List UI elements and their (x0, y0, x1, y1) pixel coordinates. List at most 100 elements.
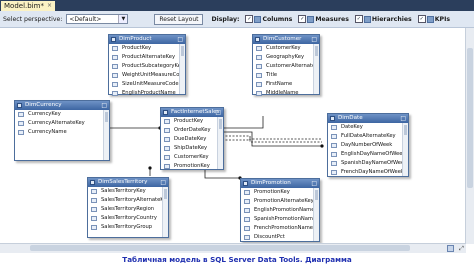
table-dim-product[interactable]: DimProduct □ ProductKey ProductAlternateK… (108, 34, 186, 98)
display-columns-option[interactable]: ✓ Columns (245, 15, 292, 23)
table-scrollbar[interactable] (179, 44, 185, 94)
option-label: Measures (315, 15, 349, 23)
scroll-thumb[interactable] (315, 190, 318, 200)
table-scrollbar[interactable] (103, 110, 109, 160)
maximize-icon[interactable]: □ (215, 108, 221, 117)
table-dim-promotion[interactable]: DimPromotion □ PromotionKey PromotionAlte… (240, 178, 320, 242)
table-header[interactable]: DimCurrency □ (15, 101, 109, 110)
relationship-line[interactable] (222, 138, 322, 141)
column-item[interactable]: ProductKey (109, 44, 185, 53)
scroll-thumb[interactable] (404, 125, 407, 135)
relationship-line[interactable] (222, 116, 264, 129)
close-icon[interactable]: × (47, 1, 52, 11)
display-kpis-option[interactable]: ✓ KPIs (417, 15, 451, 23)
table-header[interactable]: DimProduct □ (109, 35, 185, 44)
checkbox-icon[interactable]: ✓ (245, 15, 254, 23)
checkbox-icon[interactable]: ✓ (417, 15, 426, 23)
reset-layout-button[interactable]: Reset Layout (154, 13, 204, 25)
column-item[interactable]: DateKey (328, 123, 408, 132)
column-item[interactable]: CustomerKey (161, 153, 223, 162)
checkbox-icon[interactable]: ✓ (298, 15, 307, 23)
scroll-thumb[interactable] (164, 189, 167, 199)
scroll-thumb[interactable] (105, 112, 108, 122)
maximize-icon[interactable]: □ (160, 178, 166, 187)
table-header[interactable]: FactInternetSales □ (161, 108, 223, 117)
column-item[interactable]: CustomerAlternateKey (253, 62, 319, 71)
column-item[interactable]: CurrencyKey (15, 110, 109, 119)
option-label: Hierarchies (371, 15, 412, 23)
column-item[interactable]: FrenchDayNameOfWeek (328, 168, 408, 177)
column-item[interactable]: SalesTerritoryCountry (88, 214, 168, 223)
column-item[interactable]: SalesTerritoryAlternateKey (88, 196, 168, 205)
option-label: KPIs (434, 15, 451, 23)
display-measures-option[interactable]: ✓ Measures (298, 15, 349, 23)
table-title: DimPromotion (251, 180, 291, 186)
scroll-thumb[interactable] (467, 48, 473, 188)
column-item[interactable]: EnglishDayNameOfWeek (328, 150, 408, 159)
column-item[interactable]: ProductKey (161, 117, 223, 126)
perspective-select[interactable]: <Default> ▼ (66, 14, 129, 24)
table-scrollbar[interactable] (162, 187, 168, 237)
scroll-thumb[interactable] (181, 46, 184, 56)
table-fact-internet-sales[interactable]: FactInternetSales □ ProductKey OrderDateK… (160, 107, 224, 170)
column-item[interactable]: WeightUnitMeasureCode (109, 71, 185, 80)
column-item[interactable]: EnglishProductName (109, 89, 185, 98)
tab-model-bim[interactable]: Model.bim* × (1, 1, 55, 11)
column-item[interactable]: MiddleName (253, 89, 319, 98)
table-header[interactable]: DimPromotion □ (241, 179, 319, 188)
table-header[interactable]: DimSalesTerritory □ (88, 178, 168, 187)
column-item[interactable]: FirstName (253, 80, 319, 89)
zoom-icon[interactable] (447, 245, 454, 252)
maximize-icon[interactable]: □ (311, 179, 317, 188)
column-item[interactable]: SizeUnitMeasureCode (109, 80, 185, 89)
table-header[interactable]: DimDate □ (328, 114, 408, 123)
perspective-value: <Default> (69, 16, 102, 23)
column-item[interactable]: SpanishPromotionName (241, 215, 319, 224)
table-title: DimCustomer (263, 36, 302, 42)
table-scrollbar[interactable] (313, 44, 319, 94)
option-label: Columns (262, 15, 293, 23)
checkbox-icon[interactable]: ✓ (354, 15, 363, 23)
column-item[interactable]: SalesTerritoryGroup (88, 223, 168, 232)
display-hierarchies-option[interactable]: ✓ Hierarchies (354, 15, 412, 23)
column-item[interactable]: SalesTerritoryKey (88, 187, 168, 196)
maximize-icon[interactable]: □ (311, 35, 317, 44)
column-item[interactable]: DueDateKey (161, 135, 223, 144)
maximize-icon[interactable]: □ (177, 35, 183, 44)
table-scrollbar[interactable] (217, 117, 223, 169)
scroll-thumb[interactable] (30, 245, 410, 251)
fit-to-window-icon[interactable]: ⤢ (458, 245, 465, 252)
column-item[interactable]: DayNumberOfWeek (328, 141, 408, 150)
scroll-thumb[interactable] (315, 46, 318, 56)
table-dim-currency[interactable]: DimCurrency □ CurrencyKey CurrencyAlterna… (14, 100, 110, 161)
column-item[interactable]: EnglishPromotionName (241, 206, 319, 215)
column-item[interactable]: PromotionAlternateKey (241, 197, 319, 206)
column-item[interactable]: DiscountPct (241, 233, 319, 242)
column-item[interactable]: GeographyKey (253, 53, 319, 62)
maximize-icon[interactable]: □ (101, 101, 107, 110)
maximize-icon[interactable]: □ (400, 114, 406, 123)
table-scrollbar[interactable] (313, 188, 319, 241)
column-item[interactable]: CurrencyName (15, 128, 109, 137)
column-item[interactable]: FullDateAlternateKey (328, 132, 408, 141)
column-item[interactable]: FrenchPromotionName (241, 224, 319, 233)
column-item[interactable]: SalesTerritoryRegion (88, 205, 168, 214)
column-item[interactable]: OrderDateKey (161, 126, 223, 135)
column-item[interactable]: ShipDateKey (161, 144, 223, 153)
column-item[interactable]: SpanishDayNameOfWeek (328, 159, 408, 168)
table-header[interactable]: DimCustomer □ (253, 35, 319, 44)
table-dim-date[interactable]: DimDate □ DateKey FullDateAlternateKey Da… (327, 113, 409, 177)
column-item[interactable]: PromotionKey (161, 162, 223, 171)
vertical-scrollbar[interactable] (465, 28, 474, 244)
column-item[interactable]: Title (253, 71, 319, 80)
column-item[interactable]: ProductAlternateKey (109, 53, 185, 62)
column-item[interactable]: CurrencyAlternateKey (15, 119, 109, 128)
chevron-down-icon[interactable]: ▼ (118, 15, 128, 23)
table-dim-sales-territory[interactable]: DimSalesTerritory □ SalesTerritoryKey Sal… (87, 177, 169, 238)
scroll-thumb[interactable] (219, 119, 222, 129)
table-dim-customer[interactable]: DimCustomer □ CustomerKey GeographyKey Cu… (252, 34, 320, 98)
column-item[interactable]: CustomerKey (253, 44, 319, 53)
column-item[interactable]: PromotionKey (241, 188, 319, 197)
column-item[interactable]: ProductSubcategoryKey (109, 62, 185, 71)
table-scrollbar[interactable] (402, 123, 408, 176)
